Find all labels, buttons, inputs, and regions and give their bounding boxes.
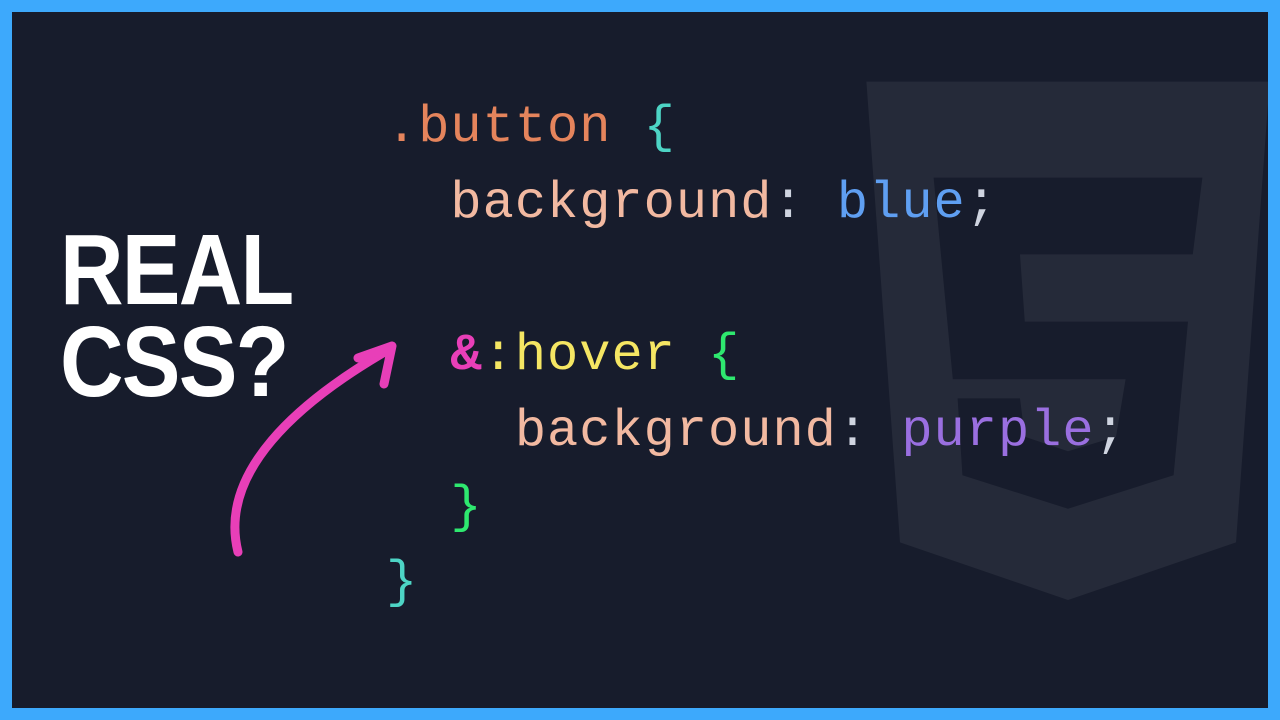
colon-2: : [837,402,869,461]
code-pseudo: :hover [483,326,676,385]
code-selector: .button [386,98,611,157]
colon-1: : [772,174,804,233]
code-value-2: purple [901,402,1094,461]
code-value-1: blue [837,174,966,233]
brace-open-inner: { [708,326,740,385]
headline-line-2: CSS? [60,316,293,408]
brace-close-inner: } [450,478,482,537]
code-prop-1: background [450,174,772,233]
brace-close-outer: } [386,553,418,612]
headline-text: REAL CSS? [60,224,293,408]
code-block: .button { background: blue; &:hover { ba… [386,90,1127,621]
brace-open-outer: { [644,98,676,157]
code-prop-2: background [515,402,837,461]
headline-line-1: REAL [60,224,293,316]
code-ampersand: & [450,326,482,385]
thumbnail-frame: REAL CSS? .button { background: blue; &:… [12,12,1268,708]
semicolon-1: ; [966,174,998,233]
semicolon-2: ; [1095,402,1127,461]
